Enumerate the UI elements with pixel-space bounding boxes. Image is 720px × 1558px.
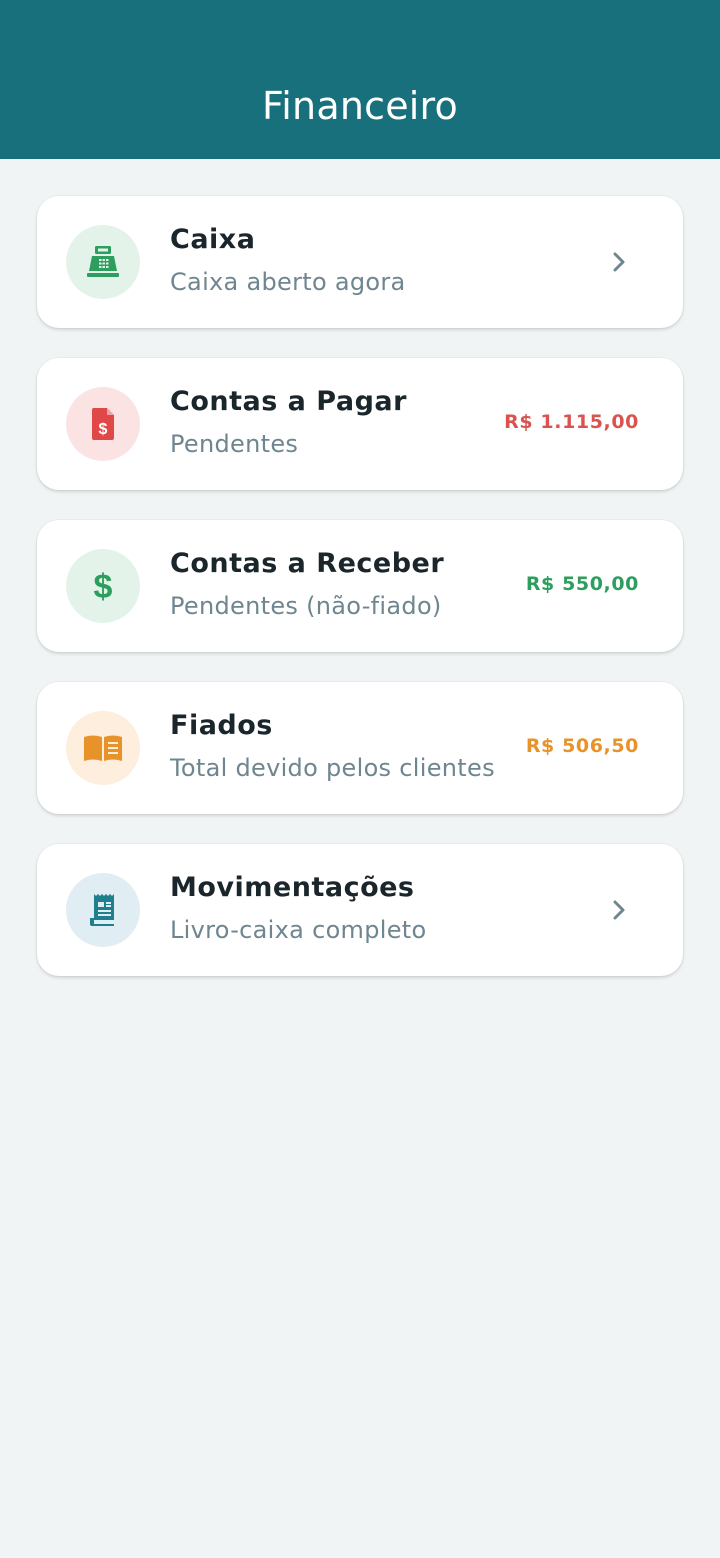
menu-card-fiados[interactable]: Fiados Total devido pelos clientes R$ 50… — [37, 682, 683, 814]
card-title: Caixa — [170, 224, 256, 255]
card-title: Fiados — [170, 710, 273, 741]
chevron-right-icon — [613, 900, 625, 920]
chevron-right-icon — [613, 252, 625, 272]
icon-circle: $ — [66, 387, 140, 461]
card-subtitle: Pendentes — [170, 430, 299, 458]
icon-circle — [66, 225, 140, 299]
amount-value: R$ 1.115,00 — [504, 411, 639, 433]
app-bar: Financeiro — [0, 0, 720, 159]
icon-circle: $ — [66, 549, 140, 623]
card-subtitle: Pendentes (não-fiado) — [170, 592, 442, 620]
svg-text:$: $ — [99, 421, 108, 438]
finance-menu-list: Caixa Caixa aberto agora $ Contas a Paga… — [37, 196, 683, 1006]
menu-card-contas-a-receber[interactable]: $ Contas a Receber Pendentes (não-fiado)… — [37, 520, 683, 652]
open-book-icon — [84, 735, 122, 761]
card-title: Contas a Receber — [170, 548, 445, 579]
card-subtitle: Caixa aberto agora — [170, 268, 406, 296]
menu-card-caixa[interactable]: Caixa Caixa aberto agora — [37, 196, 683, 328]
cash-register-icon — [87, 246, 119, 277]
menu-card-movimentacoes[interactable]: Movimentações Livro-caixa completo — [37, 844, 683, 976]
card-title: Movimentações — [170, 872, 415, 903]
icon-circle — [66, 873, 140, 947]
svg-text:$: $ — [94, 568, 113, 606]
amount-value: R$ 506,50 — [525, 735, 639, 757]
amount-value: R$ 550,00 — [525, 573, 639, 595]
dollar-sign-icon: $ — [94, 568, 113, 606]
menu-card-contas-a-pagar[interactable]: $ Contas a Pagar Pendentes R$ 1.115,00 — [37, 358, 683, 490]
card-title: Contas a Pagar — [170, 386, 407, 417]
receipt-icon — [90, 894, 114, 926]
card-subtitle: Livro-caixa completo — [170, 916, 427, 944]
icon-circle — [66, 711, 140, 785]
page-title: Financeiro — [262, 83, 458, 128]
card-subtitle: Total devido pelos clientes — [170, 754, 495, 782]
invoice-dollar-icon: $ — [91, 408, 114, 440]
